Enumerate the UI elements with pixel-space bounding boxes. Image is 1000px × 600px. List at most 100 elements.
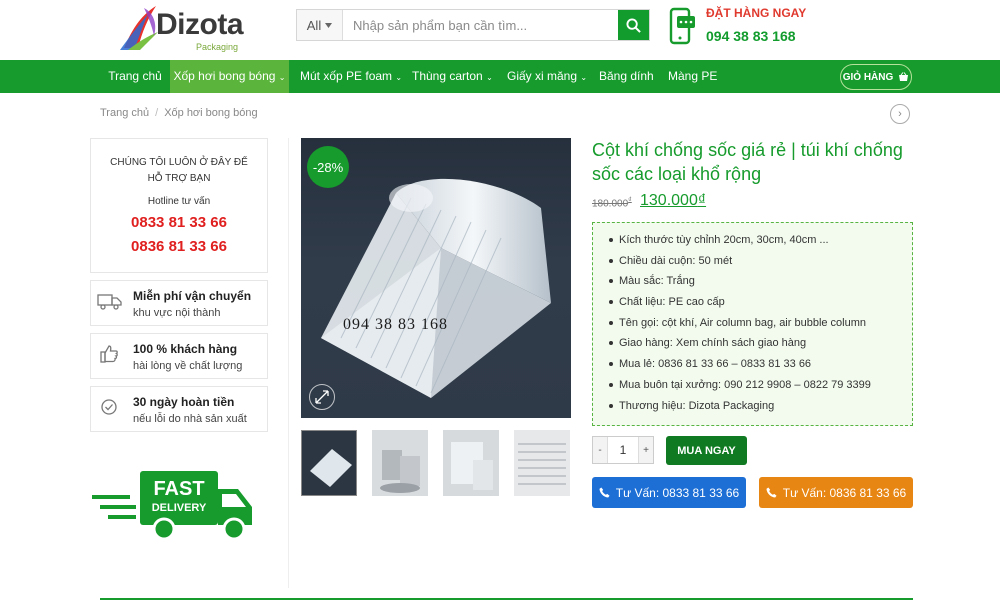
spec-item: Màu sắc: Trắng xyxy=(609,274,871,295)
thumbnail-image xyxy=(302,431,356,495)
product-title: Cột khí chống sốc giá rẻ | túi khí chống… xyxy=(592,140,903,184)
nav-item-label: Mút xốp PE foam xyxy=(300,69,393,83)
order-phone[interactable]: 094 38 83 168 xyxy=(706,28,796,44)
nav-item-label: Trang chủ xyxy=(108,69,162,83)
search-icon xyxy=(626,17,641,33)
cart-button[interactable]: GIỎ HÀNG xyxy=(840,64,912,90)
buy-now-button[interactable]: MUA NGAY xyxy=(666,436,747,465)
nav-item-cement-paper[interactable]: Giấy xi măng ⌄ xyxy=(507,60,587,93)
nav-item-home[interactable]: Trang chủ xyxy=(100,60,170,93)
search-input[interactable] xyxy=(343,10,618,40)
product-thumbnail[interactable] xyxy=(301,430,357,496)
expand-icon xyxy=(315,390,329,404)
logo-wordmark: Dizota xyxy=(156,8,244,41)
nav-item-carton[interactable]: Thùng carton ⌄ xyxy=(412,60,493,93)
spec-item: Mua lẻ: 0836 81 33 66 – 0833 81 33 66 xyxy=(609,357,871,378)
order-title: ĐẶT HÀNG NGAY xyxy=(706,6,807,20)
call-button-label: Tư Vấn: 0833 81 33 66 xyxy=(615,485,740,500)
call-button-1[interactable]: Tư Vấn: 0833 81 33 66 xyxy=(592,477,746,508)
spec-item: Kích thước tùy chỉnh 20cm, 30cm, 40cm ..… xyxy=(609,233,871,254)
nav-item-label: Xốp hơi bong bóng xyxy=(173,69,276,83)
quantity-stepper: - 1 + xyxy=(592,436,654,464)
breadcrumb-separator: / xyxy=(155,107,159,119)
feature-satisfaction: 100 % khách hàng hài lòng về chất lượng xyxy=(90,333,268,379)
search-button[interactable] xyxy=(618,10,649,40)
spec-item: Chiều dài cuộn: 50 mét xyxy=(609,254,871,275)
site-logo[interactable]: Dizota Packaging xyxy=(118,2,248,54)
image-watermark: 094 38 83 168 xyxy=(343,316,448,333)
old-price-value: 180.000 xyxy=(592,198,629,210)
feature-subtitle: khu vực nội thành xyxy=(133,307,221,319)
column-divider xyxy=(288,138,289,588)
phone-icon xyxy=(766,487,777,498)
basket-icon xyxy=(899,72,909,81)
support-box: CHÚNG TÔI LUÔN Ở ĐÂY ĐỂ HỖ TRỢ BẠN Hotli… xyxy=(90,138,268,273)
thumbnail-image xyxy=(372,430,428,496)
nav-item-label: Băng dính xyxy=(599,69,654,83)
sale-price-value: 130.000 xyxy=(640,192,698,209)
feature-title: 30 ngày hoàn tiền xyxy=(133,395,235,409)
call-button-2[interactable]: Tư Vấn: 0836 81 33 66 xyxy=(759,477,913,508)
nav-item-pe-foam[interactable]: Mút xốp PE foam ⌄ xyxy=(300,60,402,93)
fast-delivery-banner: FAST DELIVERY xyxy=(92,467,258,545)
chevron-down-icon xyxy=(325,22,333,28)
check-circle-icon xyxy=(101,399,117,415)
product-thumbnail[interactable] xyxy=(372,430,428,496)
phone-chat-icon xyxy=(669,7,695,45)
hotline-phone-1[interactable]: 0833 81 33 66 xyxy=(91,214,267,231)
feature-free-shipping: Miễn phí vận chuyển khu vực nội thành xyxy=(90,280,268,326)
product-thumbnail[interactable] xyxy=(443,430,499,496)
breadcrumb-home[interactable]: Trang chủ xyxy=(100,107,149,119)
site-header: Dizota Packaging All ĐẶT HÀNG NGAY 094 3… xyxy=(0,0,1000,60)
feature-subtitle: hài lòng về chất lượng xyxy=(133,360,243,372)
qty-decrease-button[interactable]: - xyxy=(593,437,607,463)
order-hotline[interactable]: ĐẶT HÀNG NGAY 094 38 83 168 xyxy=(668,4,808,50)
nav-item-tape[interactable]: Băng dính xyxy=(599,60,654,93)
zoom-button[interactable] xyxy=(309,384,335,410)
nav-item-bubble-wrap[interactable]: Xốp hơi bong bóng ⌄ xyxy=(170,60,289,93)
search-bar: All xyxy=(296,9,650,41)
product-main-image[interactable]: -28% 094 38 83 168 xyxy=(301,138,571,418)
hotline-phone-2[interactable]: 0836 81 33 66 xyxy=(91,238,267,255)
breadcrumb-current[interactable]: Xốp hơi bong bóng xyxy=(164,107,257,119)
chevron-right-icon: › xyxy=(898,108,902,120)
phone-icon xyxy=(599,487,610,498)
logo-subtitle: Packaging xyxy=(196,42,239,52)
feature-title: 100 % khách hàng xyxy=(133,342,238,356)
fast-delivery-line1: FAST xyxy=(153,478,204,500)
thumbs-up-icon xyxy=(100,345,118,363)
product-thumbnail[interactable] xyxy=(514,430,570,496)
chevron-down-icon: ⌄ xyxy=(486,73,493,82)
old-price-currency: ₫ xyxy=(628,197,632,204)
feature-subtitle: nếu lỗi do nhà sản xuất xyxy=(133,413,247,425)
next-product-button[interactable]: › xyxy=(890,104,910,124)
truck-icon xyxy=(97,294,122,310)
qty-input[interactable]: 1 xyxy=(607,437,639,463)
nav-item-label: Giấy xi măng xyxy=(507,69,578,83)
spec-item: Chất liệu: PE cao cấp xyxy=(609,295,871,316)
sale-badge: -28% xyxy=(307,146,349,188)
breadcrumb: Trang chủ / Xốp hơi bong bóng xyxy=(100,107,258,119)
nav-item-pe-film[interactable]: Màng PE xyxy=(668,60,717,93)
cart-label: GIỎ HÀNG xyxy=(842,71,894,83)
spec-item: Thương hiệu: Dizota Packaging xyxy=(609,399,871,420)
search-category-select[interactable]: All xyxy=(297,10,343,40)
old-price: 180.000₫ xyxy=(592,197,632,209)
qty-increase-button[interactable]: + xyxy=(639,437,653,463)
chevron-down-icon: ⌄ xyxy=(395,73,403,82)
thumbnail-image xyxy=(443,430,499,496)
chevron-down-icon: ⌄ xyxy=(278,73,286,82)
spec-list: Kích thước tùy chỉnh 20cm, 30cm, 40cm ..… xyxy=(609,233,871,420)
spec-item: Tên gọi: cột khí, Air column bag, air bu… xyxy=(609,316,871,337)
feature-title: Miễn phí vận chuyển xyxy=(133,289,252,303)
hotline-label: Hotline tư vấn xyxy=(147,196,211,207)
feature-refund: 30 ngày hoàn tiền nếu lỗi do nhà sản xuấ… xyxy=(90,386,268,432)
sale-price-currency: ₫ xyxy=(697,192,707,209)
sale-price: 130.000₫ xyxy=(640,192,706,210)
search-category-label: All xyxy=(306,17,322,33)
thumbnail-image xyxy=(514,430,570,496)
call-button-label: Tư Vấn: 0836 81 33 66 xyxy=(782,485,907,500)
product-spec-box: Kích thước tùy chỉnh 20cm, 30cm, 40cm ..… xyxy=(592,222,913,426)
spec-item: Mua buôn tại xưởng: 090 212 9908 – 0822 … xyxy=(609,378,871,399)
nav-item-label: Màng PE xyxy=(668,69,718,83)
